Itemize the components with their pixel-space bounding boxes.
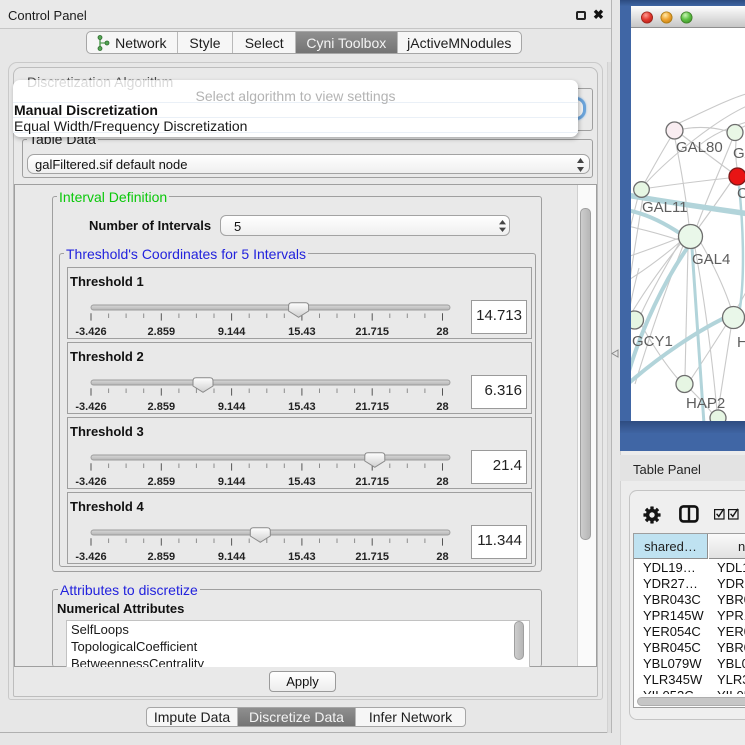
svg-text:GA: GA xyxy=(733,145,745,162)
svg-text:2.859: 2.859 xyxy=(148,401,176,413)
svg-text:15.43: 15.43 xyxy=(288,476,316,488)
svg-text:21.715: 21.715 xyxy=(355,551,389,563)
svg-text:21.715: 21.715 xyxy=(355,476,389,488)
svg-text:9.144: 9.144 xyxy=(218,551,246,563)
svg-text:-3.426: -3.426 xyxy=(75,401,106,413)
svg-text:GAL80: GAL80 xyxy=(676,139,723,156)
svg-text:HAP2: HAP2 xyxy=(686,395,725,412)
svg-text:28: 28 xyxy=(436,401,448,413)
svg-text:-3.426: -3.426 xyxy=(75,551,106,563)
svg-text:GCY1: GCY1 xyxy=(632,333,673,350)
svg-text:9.144: 9.144 xyxy=(218,476,246,488)
svg-text:15.43: 15.43 xyxy=(288,551,316,563)
svg-text:28: 28 xyxy=(436,551,448,563)
svg-text:15.43: 15.43 xyxy=(288,326,316,338)
svg-text:9.144: 9.144 xyxy=(218,401,246,413)
svg-text:21.715: 21.715 xyxy=(355,401,389,413)
svg-text:15.43: 15.43 xyxy=(288,401,316,413)
svg-text:GAL4: GAL4 xyxy=(692,251,730,268)
svg-text:28: 28 xyxy=(436,326,448,338)
svg-text:9.144: 9.144 xyxy=(218,326,246,338)
svg-text:H: H xyxy=(737,334,745,351)
svg-text:2.859: 2.859 xyxy=(148,551,176,563)
svg-text:28: 28 xyxy=(436,476,448,488)
svg-text:-3.426: -3.426 xyxy=(75,326,106,338)
svg-text:2.859: 2.859 xyxy=(148,476,176,488)
svg-text:C: C xyxy=(737,185,745,202)
svg-text:GAL11: GAL11 xyxy=(642,199,688,216)
svg-text:2.859: 2.859 xyxy=(148,326,176,338)
svg-text:21.715: 21.715 xyxy=(355,326,389,338)
svg-text:-3.426: -3.426 xyxy=(75,476,106,488)
